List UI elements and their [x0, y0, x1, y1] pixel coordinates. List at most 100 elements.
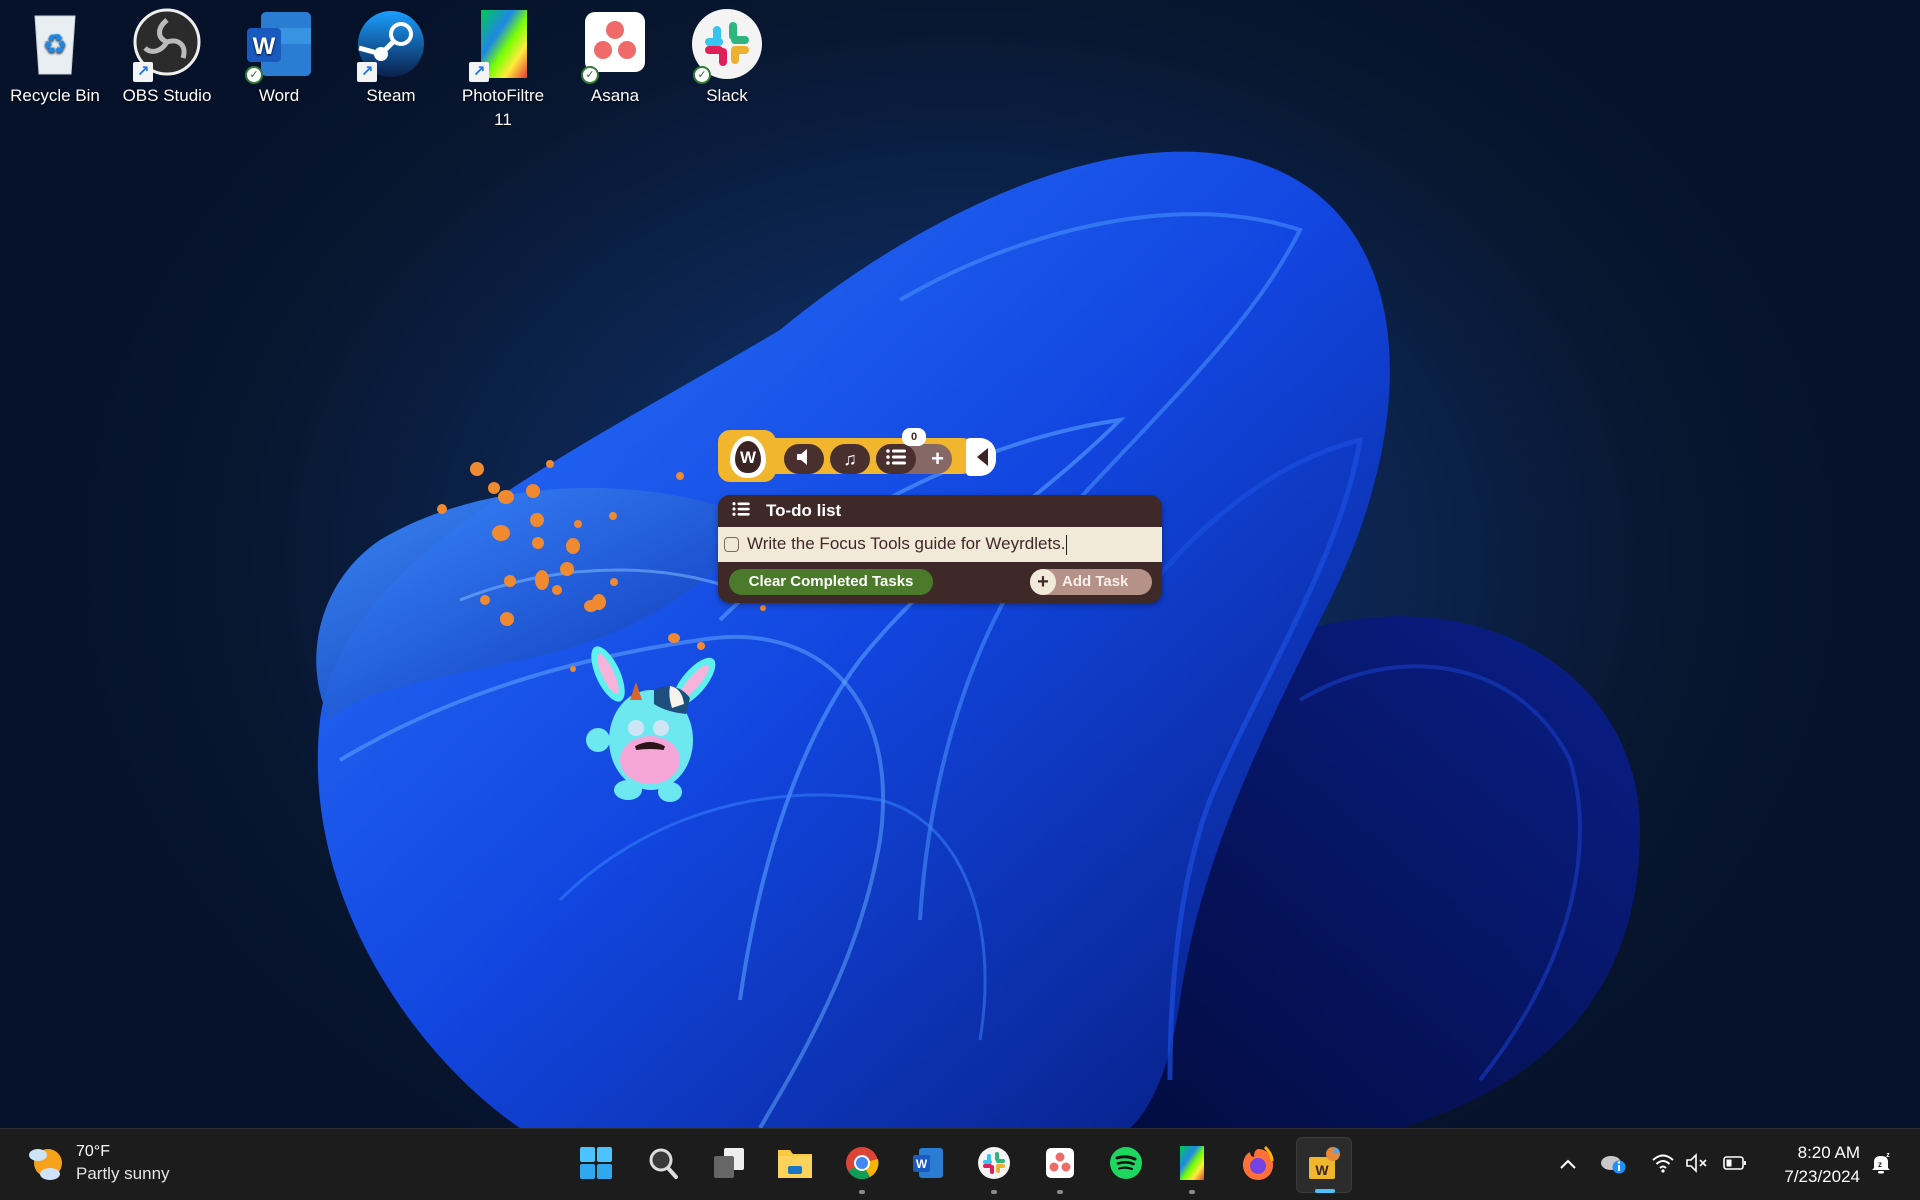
steam-icon: ↗ — [355, 8, 427, 82]
desktop-icon-label: Word — [258, 86, 300, 105]
particle — [504, 575, 516, 587]
word-icon: W — [911, 1146, 945, 1185]
taskbar-start-button[interactable] — [568, 1137, 624, 1193]
taskbar-file-explorer[interactable] — [767, 1137, 823, 1193]
weyrdlet-mascot[interactable] — [566, 640, 736, 810]
slack-icon — [977, 1146, 1011, 1185]
taskbar-firefox[interactable] — [1230, 1137, 1286, 1193]
notification-center-button[interactable]: zz — [1866, 1129, 1896, 1200]
desktop-icon-obs-studio[interactable]: ↗ OBS Studio — [115, 6, 219, 108]
desktop-icon-steam[interactable]: ↗ Steam — [339, 6, 443, 108]
svg-text:♻: ♻ — [42, 29, 67, 60]
todo-list-button[interactable] — [876, 444, 916, 474]
spotify-icon — [1109, 1146, 1143, 1185]
desktop-icon-photofiltre[interactable]: ↗ PhotoFiltre 11 — [451, 6, 555, 132]
particle — [498, 490, 514, 504]
asana-icon: ✓ — [579, 8, 651, 84]
taskbar-weyrdlets[interactable]: W — [1296, 1137, 1352, 1193]
add-task-label: Add Task — [1062, 573, 1129, 590]
photofiltre-icon — [1179, 1145, 1205, 1186]
todo-list-button-group: + — [876, 444, 952, 474]
taskbar-chrome[interactable] — [834, 1137, 890, 1194]
svg-text:z: z — [1878, 1160, 1882, 1169]
collapse-toolbar-button[interactable] — [966, 438, 996, 476]
onedrive-info-icon — [1600, 1151, 1628, 1180]
todo-footer: Clear Completed Tasks + Add Task — [718, 562, 1162, 603]
music-note-icon: ♫ — [843, 448, 857, 469]
volume-tray-button[interactable] — [1682, 1129, 1712, 1200]
clear-completed-tasks-button[interactable]: Clear Completed Tasks — [729, 569, 933, 595]
word-icon: W ✓ — [243, 8, 315, 84]
music-button[interactable]: ♫ — [830, 444, 870, 474]
task-view-icon — [712, 1146, 746, 1185]
particle — [437, 504, 447, 514]
task-checkbox[interactable] — [724, 537, 739, 552]
shortcut-arrow-icon: ↗ — [133, 62, 153, 82]
egg-logo-icon: W — [730, 436, 766, 478]
particle — [530, 513, 544, 527]
add-task-button[interactable]: + Add Task — [1030, 569, 1152, 595]
list-icon — [886, 448, 906, 470]
particle — [676, 472, 684, 480]
task-text-input[interactable]: Write the Focus Tools guide for Weyrdlet… — [747, 534, 1068, 555]
running-indicator — [859, 1190, 865, 1194]
sync-check-icon: ✓ — [693, 66, 711, 84]
particle — [610, 578, 618, 586]
desktop-icon-asana[interactable]: ✓ Asana — [563, 6, 667, 108]
taskbar-asana[interactable] — [1032, 1137, 1088, 1194]
firefox-icon — [1241, 1145, 1275, 1186]
text-cursor — [1066, 534, 1068, 555]
running-indicator — [991, 1190, 997, 1194]
add-focus-tool-button[interactable]: + — [931, 444, 944, 474]
volume-muted-icon — [1685, 1152, 1709, 1178]
weather-temperature: 70°F — [76, 1143, 110, 1160]
sound-button[interactable] — [784, 444, 824, 474]
particle — [566, 538, 580, 554]
desktop-icon-word[interactable]: W ✓ Word — [227, 6, 331, 108]
notification-bell-snooze-icon: zz — [1870, 1151, 1892, 1180]
taskbar-slack[interactable] — [966, 1137, 1022, 1194]
wifi-icon — [1651, 1153, 1675, 1178]
taskbar-search-button[interactable] — [635, 1137, 691, 1193]
battery-tray-button[interactable] — [1720, 1129, 1750, 1200]
desktop-icon-slack[interactable]: ✓ Slack — [675, 6, 779, 108]
chevron-left-icon — [976, 448, 988, 466]
weather-condition: Partly sunny — [76, 1164, 170, 1183]
clock-date: 7/23/2024 — [1784, 1167, 1860, 1186]
task-row: Write the Focus Tools guide for Weyrdlet… — [718, 527, 1162, 562]
todo-title: To-do list — [766, 501, 842, 520]
particle — [609, 512, 617, 520]
todo-list-panel: To-do list Write the Focus Tools guide f… — [718, 495, 1162, 603]
desktop-icon-label: Slack — [706, 86, 748, 105]
particle — [760, 605, 766, 611]
show-hidden-icons-button[interactable] — [1554, 1129, 1582, 1200]
weyrdlets-logo-button[interactable]: W — [718, 430, 776, 482]
desktop-icon-label: Steam — [366, 86, 416, 105]
taskbar-spotify[interactable] — [1098, 1137, 1154, 1193]
chevron-up-icon — [1560, 1156, 1576, 1174]
desktop-icon-recycle-bin[interactable]: ♻ Recycle Bin — [3, 6, 107, 108]
recycle-bin-icon: ♻ — [19, 8, 91, 80]
particle — [546, 460, 554, 468]
speaker-icon — [795, 448, 813, 471]
taskbar-photofiltre[interactable] — [1164, 1137, 1220, 1194]
photofiltre-icon: ↗ — [467, 8, 539, 82]
sync-check-icon: ✓ — [245, 66, 263, 84]
desktop-icon-label: Asana — [590, 86, 640, 105]
taskbar-word[interactable]: W — [900, 1137, 956, 1193]
desktop-icon-label: Recycle Bin — [10, 86, 100, 105]
plus-icon: + — [931, 446, 944, 471]
bunny-creature-icon — [586, 646, 716, 802]
particle — [574, 520, 582, 528]
taskbar-task-view-button[interactable] — [701, 1137, 757, 1193]
wifi-tray-button[interactable] — [1648, 1129, 1678, 1200]
list-icon — [732, 501, 754, 521]
particle — [552, 585, 562, 595]
task-count-badge: 0 — [902, 428, 926, 446]
active-indicator — [1315, 1189, 1335, 1193]
windows-start-icon — [579, 1146, 613, 1185]
battery-icon — [1723, 1155, 1747, 1176]
taskbar-clock[interactable]: 8:20 AM 7/23/2024 — [1760, 1141, 1860, 1189]
onedrive-tray-button[interactable] — [1598, 1129, 1630, 1200]
weather-widget[interactable]: 70°F Partly sunny — [26, 1141, 170, 1185]
